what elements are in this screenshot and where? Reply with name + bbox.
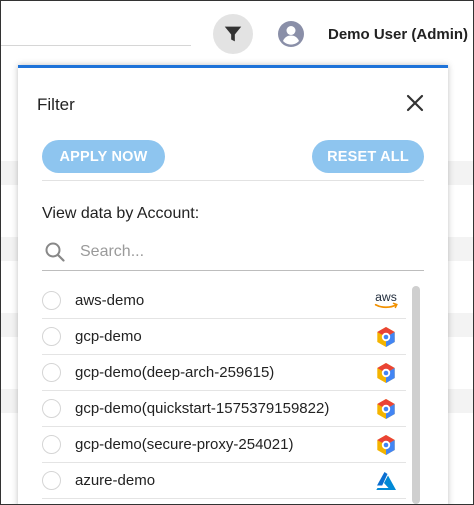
radio-button[interactable] [42,363,61,382]
search-underline [42,270,424,271]
list-item-gcp-demo-quickstart[interactable]: gcp-demo(quickstart-1575379159822) [42,391,406,427]
background-row [1,313,18,337]
divider [42,180,424,181]
list-scrollbar[interactable] [412,286,420,504]
list-item-label: gcp-demo(secure-proxy-254021) [75,436,294,453]
reset-all-button[interactable]: RESET ALL [312,140,424,173]
aws-logo-text: aws [375,290,397,304]
gcp-icon [370,325,402,349]
account-search-input[interactable] [80,240,410,264]
radio-button[interactable] [42,291,61,310]
azure-icon [370,469,402,493]
apply-now-button[interactable]: APPLY NOW [42,140,165,173]
user-name[interactable]: Demo User (Admin) [328,26,468,43]
background-row [1,389,18,413]
list-item-gcp-demo[interactable]: gcp-demo [42,319,406,355]
gcp-icon [370,361,402,385]
top-bar: Demo User (Admin) [1,1,473,65]
radio-button[interactable] [42,399,61,418]
background-row [448,389,473,413]
radio-button[interactable] [42,327,61,346]
list-item-label: gcp-demo(quickstart-1575379159822) [75,400,330,417]
section-label: View data by Account: [42,205,200,222]
list-item-label: aws-demo [75,292,145,309]
list-item-gcp-demo-deep-arch[interactable]: gcp-demo(deep-arch-259615) [42,355,406,391]
aws-icon: aws [370,289,402,313]
account-list: aws-demo aws gcp-demo gcp-demo(deep-arch… [42,283,406,499]
filter-button[interactable] [213,14,253,54]
user-avatar-icon[interactable] [277,20,305,48]
radio-button[interactable] [42,435,61,454]
gcp-icon [370,433,402,457]
list-item-aws-demo[interactable]: aws-demo aws [42,283,406,319]
background-row [448,161,473,185]
app-window: Demo User (Admin) Filter APPLY NOW RESET… [0,0,474,505]
list-item-label: azure-demo [75,472,156,489]
background-row [448,313,473,337]
gcp-icon [370,397,402,421]
background-row [1,237,18,261]
close-icon[interactable] [404,92,426,114]
radio-button[interactable] [42,471,61,490]
search-icon [45,242,65,262]
background-row [1,161,18,185]
filter-panel: Filter APPLY NOW RESET ALL View data by … [18,65,448,504]
funnel-icon [224,26,242,42]
list-item-label: gcp-demo [75,328,142,345]
list-item-label: gcp-demo(deep-arch-259615) [75,364,275,381]
list-item-azure-demo[interactable]: azure-demo [42,463,406,499]
background-row [448,237,473,261]
top-search-field[interactable] [1,45,191,46]
list-item-gcp-demo-secure-proxy[interactable]: gcp-demo(secure-proxy-254021) [42,427,406,463]
panel-title: Filter [37,95,75,114]
